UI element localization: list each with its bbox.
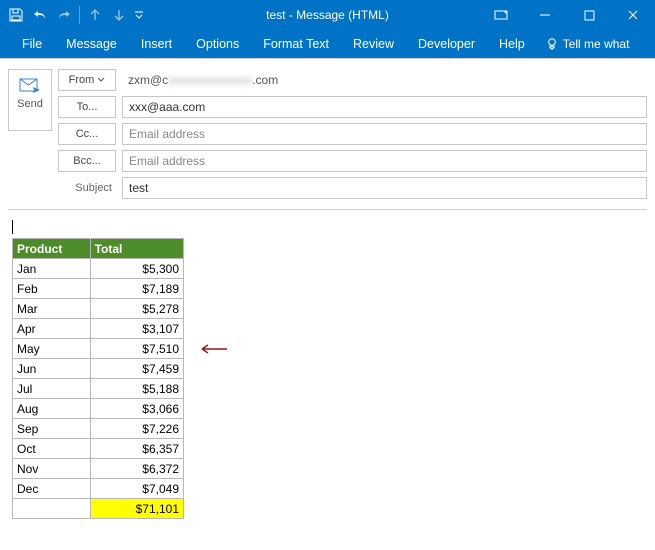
cell-product: Apr: [13, 319, 91, 339]
cell-product: Oct: [13, 439, 91, 459]
table-header-row: Product Total: [13, 239, 184, 259]
cell-total: $5,300: [90, 259, 183, 279]
cell-total: $6,372: [90, 459, 183, 479]
title-bar: test - Message (HTML): [0, 0, 655, 30]
window-buttons: [479, 0, 655, 30]
from-label: From: [69, 74, 95, 86]
cell-product: Sep: [13, 419, 91, 439]
redo-icon[interactable]: [52, 1, 76, 29]
table-row: Feb$7,189: [13, 279, 184, 299]
table-total-row: $71,101: [13, 499, 184, 519]
cell-product: May: [13, 339, 91, 359]
table-row: Aug$3,066: [13, 399, 184, 419]
cell-total: $7,226: [90, 419, 183, 439]
tab-format-text[interactable]: Format Text: [251, 30, 341, 58]
to-field[interactable]: [122, 96, 647, 118]
table-row: May$7,510: [13, 339, 184, 359]
tab-insert[interactable]: Insert: [129, 30, 184, 58]
table-row: Dec$7,049: [13, 479, 184, 499]
table-row: Mar$5,278: [13, 299, 184, 319]
cell-total: $7,189: [90, 279, 183, 299]
undo-icon[interactable]: [28, 1, 52, 29]
close-button[interactable]: [611, 0, 655, 30]
ribbon-tabs: File Message Insert Options Format Text …: [0, 30, 655, 58]
tab-message[interactable]: Message: [54, 30, 129, 58]
cell-product: [13, 499, 91, 519]
table-row: Apr$3,107: [13, 319, 184, 339]
next-item-icon[interactable]: [107, 1, 131, 29]
cell-total: $7,510: [90, 339, 183, 359]
cell-product: Jul: [13, 379, 91, 399]
compose-header: Send From zxm@cxxxxxxxxxxxxxx.com To... …: [0, 59, 655, 205]
cell-total: $3,107: [90, 319, 183, 339]
text-caret: [12, 220, 13, 234]
to-button[interactable]: To...: [58, 96, 116, 118]
from-value[interactable]: zxm@cxxxxxxxxxxxxxx.com: [122, 69, 647, 91]
table-row: Jun$7,459: [13, 359, 184, 379]
maximize-button[interactable]: [567, 0, 611, 30]
pointer-arrow-icon: [194, 343, 228, 355]
message-body[interactable]: Product Total Jan$5,300Feb$7,189Mar$5,27…: [8, 209, 647, 529]
send-icon: [18, 76, 42, 96]
save-icon[interactable]: [4, 1, 28, 29]
cell-total: $7,049: [90, 479, 183, 499]
cell-total: $5,188: [90, 379, 183, 399]
chevron-down-icon: [97, 77, 105, 83]
ribbon-display-options-icon[interactable]: [479, 0, 523, 30]
cell-product: Aug: [13, 399, 91, 419]
cell-total: $7,459: [90, 359, 183, 379]
pasted-table: Product Total Jan$5,300Feb$7,189Mar$5,27…: [12, 238, 184, 519]
cell-product: Mar: [13, 299, 91, 319]
tab-help[interactable]: Help: [487, 30, 537, 58]
cell-product: Dec: [13, 479, 91, 499]
cell-total: $6,357: [90, 439, 183, 459]
bcc-field[interactable]: [122, 150, 647, 172]
tell-me-label: Tell me what: [563, 37, 630, 51]
table-row: Oct$6,357: [13, 439, 184, 459]
lightbulb-icon: [545, 37, 559, 51]
qat-customize-icon[interactable]: [131, 1, 147, 29]
table-row: Jul$5,188: [13, 379, 184, 399]
send-button[interactable]: Send: [8, 69, 52, 131]
cc-button[interactable]: Cc...: [58, 123, 116, 145]
tell-me-search[interactable]: Tell me what: [537, 30, 630, 58]
cell-product: Feb: [13, 279, 91, 299]
col-header-total: Total: [90, 239, 183, 259]
previous-item-icon[interactable]: [83, 1, 107, 29]
qat-separator: [79, 6, 80, 24]
cell-product: Jan: [13, 259, 91, 279]
cell-product: Nov: [13, 459, 91, 479]
tab-options[interactable]: Options: [184, 30, 251, 58]
tab-developer[interactable]: Developer: [406, 30, 487, 58]
table-row: Sep$7,226: [13, 419, 184, 439]
col-header-product: Product: [13, 239, 91, 259]
cell-product: Jun: [13, 359, 91, 379]
tab-review[interactable]: Review: [341, 30, 406, 58]
cell-total: $5,278: [90, 299, 183, 319]
cc-field[interactable]: [122, 123, 647, 145]
subject-field[interactable]: [122, 177, 647, 199]
bcc-button[interactable]: Bcc...: [58, 150, 116, 172]
table-row: Jan$5,300: [13, 259, 184, 279]
send-label: Send: [17, 98, 43, 110]
cell-total: $3,066: [90, 399, 183, 419]
table-row: Nov$6,372: [13, 459, 184, 479]
compose-fields: From zxm@cxxxxxxxxxxxxxx.com To... Cc...…: [58, 69, 647, 199]
subject-label: Subject: [58, 177, 116, 199]
from-button[interactable]: From: [58, 69, 116, 91]
quick-access-toolbar: [0, 1, 147, 29]
tab-file[interactable]: File: [10, 30, 54, 58]
minimize-button[interactable]: [523, 0, 567, 30]
cell-grand-total: $71,101: [90, 499, 183, 519]
